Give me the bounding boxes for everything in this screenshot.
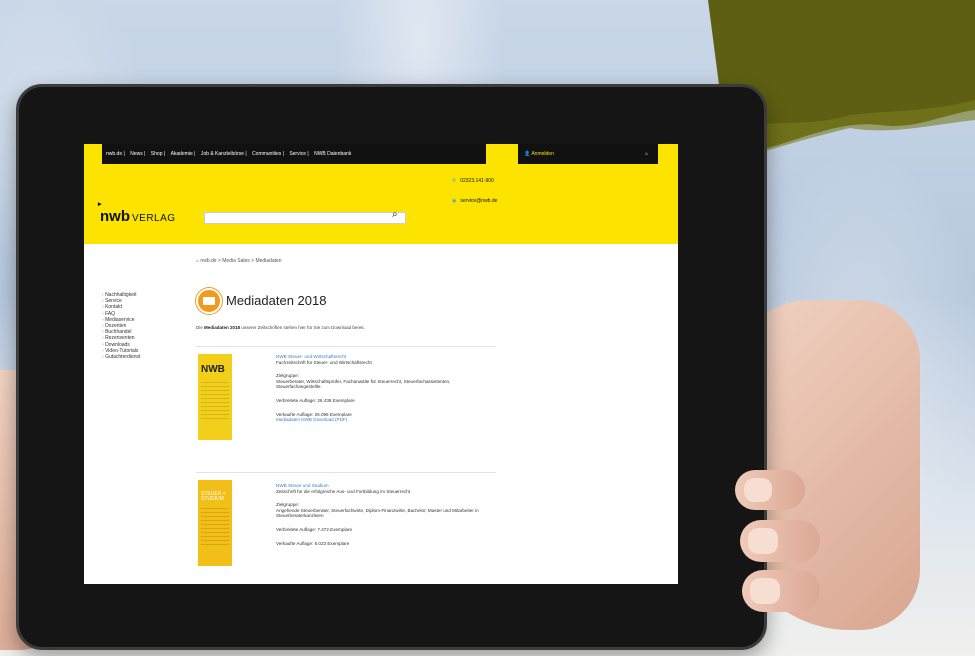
email-address: service@nwb.de [460, 198, 498, 204]
nav-link[interactable]: Service [289, 151, 306, 157]
magazine-item: NWB Steuer und Studium Zeitschrift für d… [276, 483, 526, 546]
intro-pre: Die [196, 325, 205, 330]
magazine-cover[interactable]: STEUER + STUDIUM [198, 480, 232, 566]
nav-link[interactable]: News [130, 151, 143, 157]
phone-contact[interactable]: ✆ 02323.141-900 [452, 178, 494, 184]
nav-link[interactable]: Job & Kanzleibörse [201, 151, 244, 157]
nwb-logo[interactable]: ▸ nwb VERLAG [98, 201, 176, 225]
nav-link[interactable]: Shop [151, 151, 163, 157]
page-title: Mediadaten 2018 [226, 293, 327, 308]
home-icon[interactable]: ⌂ [645, 144, 648, 164]
search-icon[interactable]: ⌕ [392, 209, 398, 220]
cover-text-lines [201, 382, 229, 422]
target-group: Steuerberater, Wirtschaftsprüfer, Fachan… [276, 378, 451, 390]
top-nav-bar: nwb.de | News | Shop | Akademie | Job & … [102, 144, 486, 164]
login-button[interactable]: 👤 Anmelden [524, 144, 554, 164]
tablet-screen: nwb.de | News | Shop | Akademie | Job & … [84, 144, 678, 584]
divider [196, 472, 496, 473]
download-link[interactable]: Mediadaten NWB Download (PDF) [276, 417, 526, 423]
phone-icon: ✆ [452, 178, 457, 184]
fingernail [750, 578, 780, 604]
logo-sub: VERLAG [132, 213, 176, 224]
login-label: Anmelden [531, 151, 554, 157]
nav-link[interactable]: NWB Datenbank [314, 151, 351, 157]
email-icon: ◉ [452, 198, 457, 204]
sidebar-item[interactable]: Gutachterdienst [102, 354, 140, 360]
sidebar-item[interactable]: Rezensenten [102, 335, 140, 341]
intro-text: Die Mediadaten 2018 unserer Zeitschrifte… [196, 325, 365, 330]
magazine-cover[interactable]: NWB [198, 354, 232, 440]
phone-number: 02323.141-900 [460, 178, 494, 184]
breadcrumb[interactable]: ⌂ nwb.de > Media Sales > Mediadaten [196, 258, 282, 264]
breadcrumb-text: nwb.de > Media Sales > Mediadaten [200, 258, 282, 264]
fingernail [748, 528, 778, 554]
target-group: Angehende Steuerberater, Steuerfachwirte… [276, 507, 479, 519]
intro-bold: Mediadaten 2018 [204, 325, 241, 330]
login-bar[interactable]: 👤 Anmelden ⌂ [518, 144, 658, 164]
nav-link[interactable]: nwb.de [106, 151, 122, 157]
logo-flag-icon: ▸ [98, 201, 102, 208]
search-input[interactable] [204, 212, 406, 224]
site-header: ▸ nwb VERLAG ⌕ ✆ 02323.141-900 ◉ service@nw… [84, 164, 678, 244]
cover-title: NWB [201, 364, 225, 375]
folder-icon [196, 288, 222, 314]
cover-title: STEUER + STUDIUM [201, 491, 226, 502]
sidebar-menu: Nachhaltigkeit Service Kontakt FAQ Media… [102, 292, 140, 360]
nav-link[interactable]: Communities [252, 151, 281, 157]
cover-text-lines [201, 508, 229, 548]
logo-main: nwb [100, 208, 130, 225]
intro-rest: unserer Zeitschriften stehen hier für Si… [240, 325, 365, 330]
magazine-item: NWB Steuer- und Wirtschaftsrecht Fachzei… [276, 354, 526, 423]
fingernail [744, 478, 772, 502]
email-contact[interactable]: ◉ service@nwb.de [452, 198, 497, 204]
divider [196, 346, 496, 347]
sold-circulation: Verkaufte Auflage: 6.023 Exemplare [276, 540, 350, 546]
nav-link[interactable]: Akademie [171, 151, 193, 157]
